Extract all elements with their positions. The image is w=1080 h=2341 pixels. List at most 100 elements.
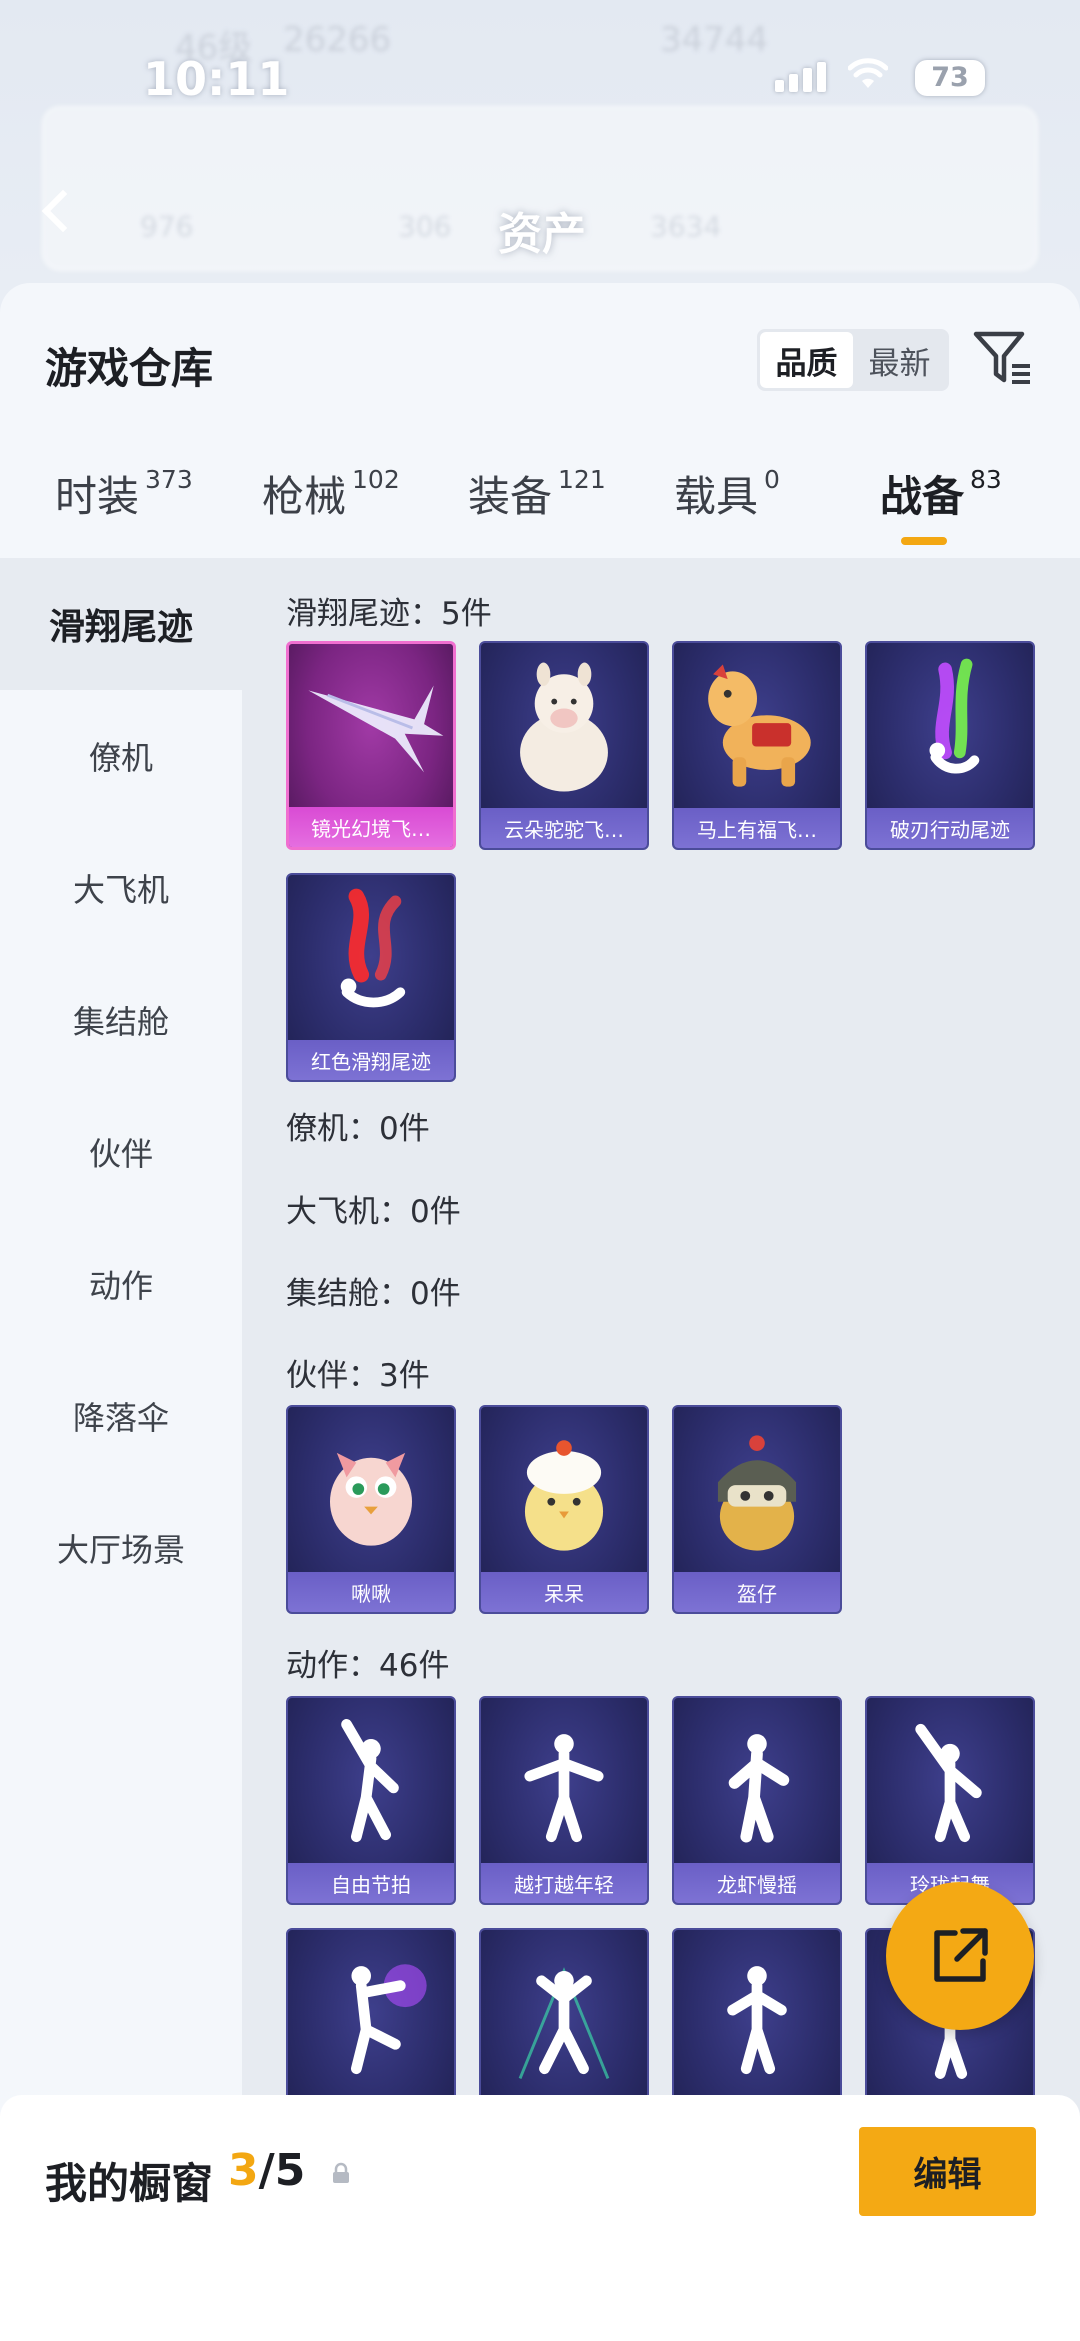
item-content: 滑翔尾迹：5件 镜光幻境飞… 云朵驼驼飞… 马上有福飞… 破刃行动尾迹 红色滑翔… <box>242 558 1080 2341</box>
item-card[interactable]: 马上有福飞… <box>672 641 842 850</box>
battery-indicator: 73 <box>915 60 985 96</box>
tab-count: 373 <box>145 465 193 494</box>
item-card[interactable]: 龙虾慢摇 <box>672 1696 842 1905</box>
item-name: 马上有福飞… <box>674 808 840 848</box>
coin-count-2: 34744 <box>660 20 769 60</box>
item-name: 镜光幻境飞… <box>289 807 453 847</box>
tab-label: 装备 <box>468 472 553 521</box>
edit-button[interactable]: 编辑 <box>859 2127 1036 2216</box>
tab-equipment[interactable]: 装备 121 <box>468 463 606 524</box>
status-time: 10:11 <box>143 52 290 106</box>
section-header-wingman: 僚机：0件 <box>286 1111 430 1147</box>
item-card[interactable]: 云朵驼驼飞… <box>479 641 649 850</box>
rainbow-trail-art <box>929 658 980 774</box>
tab-count: 102 <box>352 465 400 494</box>
lock-icon <box>333 2162 349 2183</box>
sort-newest-button[interactable]: 最新 <box>853 332 946 388</box>
showcase-total: /5 <box>258 2145 306 2196</box>
item-name: 自由节拍 <box>288 1863 454 1903</box>
red-trail-art <box>340 888 406 1008</box>
stat-value: 976 <box>140 210 194 243</box>
section-header-partner: 伙伴：3件 <box>286 1358 430 1394</box>
horse-art <box>708 664 811 787</box>
glide-cards: 镜光幻境飞… 云朵驼驼飞… 马上有福飞… 破刃行动尾迹 <box>286 641 1035 850</box>
item-name: 盔仔 <box>674 1572 840 1612</box>
alpaca-art <box>520 662 608 792</box>
dancer-art <box>727 1966 787 2075</box>
item-name: 云朵驼驼飞… <box>481 808 647 848</box>
active-tab-indicator <box>901 537 947 545</box>
tab-label: 载具 <box>674 472 759 521</box>
sort-quality-button[interactable]: 品质 <box>760 332 853 388</box>
glide-cards-row2: 红色滑翔尾迹 <box>286 873 456 1082</box>
item-name: 啾啾 <box>288 1572 454 1612</box>
tab-label: 时装 <box>55 472 140 521</box>
tab-battle-gear[interactable]: 战备 83 <box>880 463 1002 524</box>
item-card[interactable]: 破刃行动尾迹 <box>865 641 1035 850</box>
sidebar-item-emote[interactable]: 动作 <box>0 1218 242 1350</box>
dancer-art <box>915 1723 982 1843</box>
item-name: 越打越年轻 <box>481 1863 647 1903</box>
item-card[interactable]: 镜光幻境飞… <box>286 641 456 850</box>
tab-label: 战备 <box>880 472 965 521</box>
item-card[interactable]: 自由节拍 <box>286 1696 456 1905</box>
sidebar-item-glide-trail[interactable]: 滑翔尾迹 <box>0 558 242 690</box>
daidai-pet-art <box>524 1440 604 1551</box>
item-card[interactable]: 玲珑起舞 <box>865 1696 1035 1905</box>
sheet-title: 游戏仓库 <box>45 344 214 393</box>
sidebar-item-plane[interactable]: 大飞机 <box>0 822 242 954</box>
section-header-glide: 滑翔尾迹：5件 <box>286 596 492 632</box>
dancer-art <box>518 1967 610 2080</box>
showcase-bar: 我的橱窗 3/5 编辑 <box>0 2095 1080 2341</box>
background-header: 46级 26266 34744 976 306 3634 资产 10:11 73 <box>0 0 1080 290</box>
stat-value: 306 <box>398 210 452 243</box>
dancer-art <box>350 1964 427 2075</box>
showcase-count: 3/5 <box>228 2145 305 2196</box>
item-card[interactable]: 红色滑翔尾迹 <box>286 873 456 1082</box>
item-card[interactable]: 啾啾 <box>286 1405 456 1614</box>
wifi-icon <box>848 58 888 88</box>
tab-count: 0 <box>764 465 780 494</box>
tab-label: 枪械 <box>262 472 347 521</box>
dancer-art <box>341 1719 399 1843</box>
category-tabs: 时装 373 枪械 102 装备 121 载具 0 战备 83 <box>0 463 1080 543</box>
tab-guns[interactable]: 枪械 102 <box>262 463 400 524</box>
section-header-plane: 大飞机：0件 <box>286 1194 461 1230</box>
signal-icon <box>775 62 826 92</box>
sidebar-item-partner[interactable]: 伙伴 <box>0 1086 242 1218</box>
item-name: 龙虾慢摇 <box>674 1863 840 1903</box>
item-card[interactable]: 呆呆 <box>479 1405 649 1614</box>
item-name: 红色滑翔尾迹 <box>288 1040 454 1080</box>
wing-trail-art <box>308 685 444 773</box>
emote-cards: 自由节拍 越打越年轻 龙虾慢摇 <box>286 1696 1035 1905</box>
sidebar: 滑翔尾迹 僚机 大飞机 集结舱 伙伴 动作 降落伞 大厅场景 <box>0 558 242 2341</box>
kuizai-pet-art <box>717 1435 797 1551</box>
sidebar-item-lobby-scene[interactable]: 大厅场景 <box>0 1482 242 1614</box>
page-title: 资产 <box>498 209 586 260</box>
section-header-emote: 动作：46件 <box>286 1648 450 1684</box>
section-header-pod: 集结舱：0件 <box>286 1276 461 1312</box>
item-card[interactable]: 盔仔 <box>672 1405 842 1614</box>
dancer-art <box>728 1734 790 1843</box>
item-name: 破刃行动尾迹 <box>867 808 1033 848</box>
tab-fashion[interactable]: 时装 373 <box>55 463 193 524</box>
sidebar-item-parachute[interactable]: 降落伞 <box>0 1350 242 1482</box>
filter-icon[interactable] <box>972 328 1034 390</box>
sort-toggle: 品质 最新 <box>757 329 949 391</box>
share-icon <box>934 1928 988 1982</box>
coin-count: 26266 <box>283 20 392 60</box>
dancer-art <box>524 1734 604 1843</box>
tab-count: 121 <box>558 465 606 494</box>
item-name: 呆呆 <box>481 1572 647 1612</box>
warehouse-sheet: 游戏仓库 品质 最新 时装 373 枪械 102 装备 121 载具 0 战备 … <box>0 283 1080 2341</box>
sidebar-item-pod[interactable]: 集结舱 <box>0 954 242 1086</box>
sidebar-item-wingman[interactable]: 僚机 <box>0 690 242 822</box>
jiujiu-pet-art <box>329 1452 413 1546</box>
share-button[interactable] <box>886 1882 1034 2030</box>
stat-value: 3634 <box>650 210 722 243</box>
partner-cards: 啾啾 呆呆 盔仔 <box>286 1405 842 1614</box>
tab-count: 83 <box>970 465 1002 494</box>
tab-vehicles[interactable]: 载具 0 <box>674 463 780 524</box>
item-card[interactable]: 越打越年轻 <box>479 1696 649 1905</box>
showcase-current: 3 <box>228 2145 259 2196</box>
